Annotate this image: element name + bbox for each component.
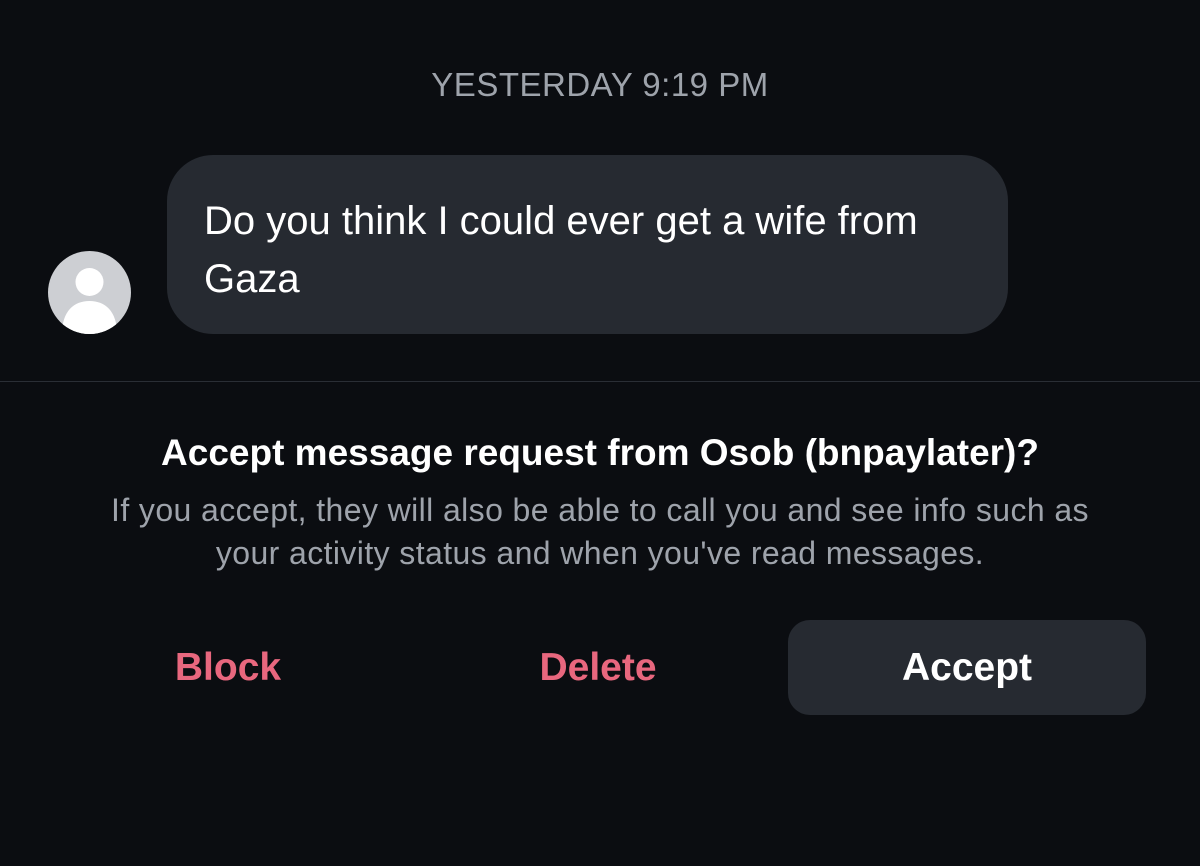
accept-button-label: Accept xyxy=(901,645,1033,689)
block-button-label: Block xyxy=(174,645,282,689)
accept-button[interactable]: Accept xyxy=(788,620,1146,715)
delete-button[interactable]: Delete xyxy=(450,620,746,715)
delete-button-label: Delete xyxy=(539,645,657,689)
request-description: If you accept, they will also be able to… xyxy=(111,492,1089,571)
divider xyxy=(0,381,1200,382)
sender-avatar[interactable] xyxy=(48,251,131,334)
message-timestamp: YESTERDAY 9:19 PM xyxy=(431,66,769,103)
block-button[interactable]: Block xyxy=(80,620,376,715)
request-title: Accept message request from Osob (bnpayl… xyxy=(161,432,1039,473)
message-bubble[interactable]: Do you think I could ever get a wife fro… xyxy=(167,155,1008,334)
default-person-icon xyxy=(62,268,117,334)
message-text: Do you think I could ever get a wife fro… xyxy=(204,199,918,301)
